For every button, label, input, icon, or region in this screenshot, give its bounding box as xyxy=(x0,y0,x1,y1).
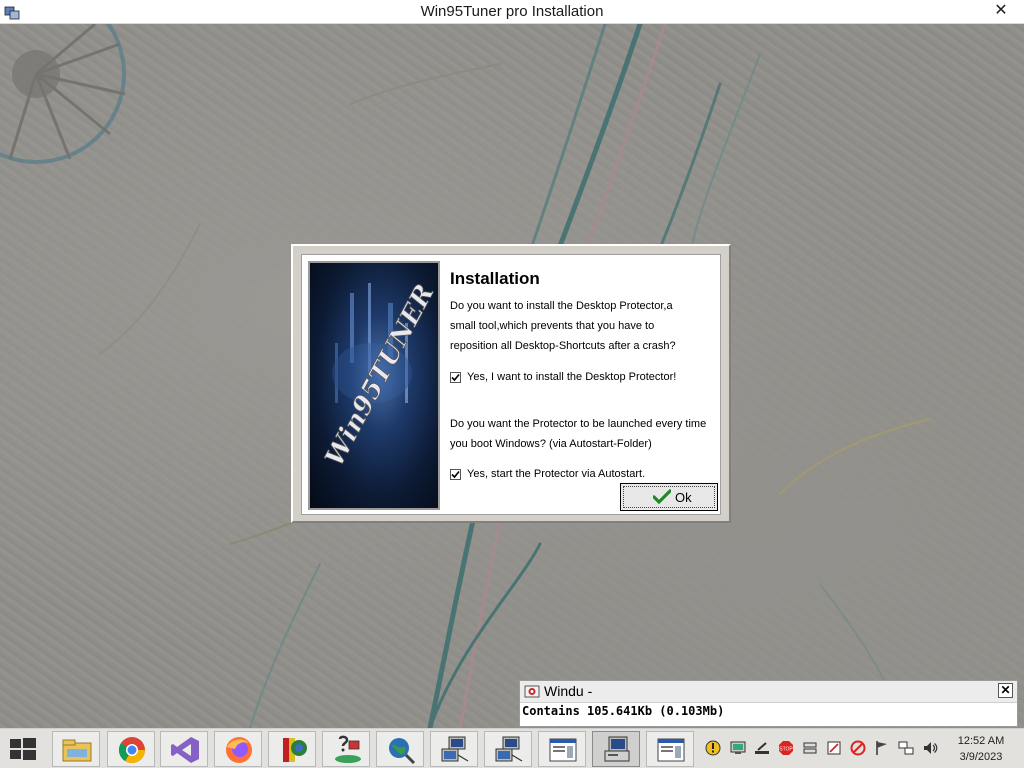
network-icon[interactable] xyxy=(898,740,914,756)
svg-text:STOP: STOP xyxy=(779,747,793,753)
info-icon[interactable] xyxy=(705,740,721,756)
windu-close-button[interactable]: ✕ xyxy=(998,683,1013,698)
install-protector-checkbox[interactable] xyxy=(450,372,461,383)
tool-icon[interactable] xyxy=(754,740,770,756)
checkmark-icon xyxy=(451,373,460,382)
taskbar-search-globe[interactable] xyxy=(376,731,424,767)
question-2-line: you boot Windows? (via Autostart-Folder) xyxy=(450,438,652,450)
dialog-title: Installation xyxy=(450,269,540,288)
taskbar-visual-studio[interactable] xyxy=(160,731,208,767)
drive-icon[interactable] xyxy=(802,740,818,756)
question-2-line: Do you want the Protector to be launched… xyxy=(450,418,707,430)
taskbar-window-app-2[interactable] xyxy=(646,731,694,767)
autostart-checkbox[interactable] xyxy=(450,469,461,480)
taskbar-network-computer[interactable] xyxy=(430,731,478,767)
visual-studio-icon xyxy=(171,737,199,763)
network-computer-icon-2 xyxy=(495,736,523,762)
taskbar-network-computer-2[interactable] xyxy=(484,731,532,767)
green-check-icon xyxy=(653,489,671,505)
taskbar-app[interactable] xyxy=(268,731,316,767)
install-protector-label: Yes, I want to install the Desktop Prote… xyxy=(467,371,677,383)
installation-dialog: Win95TUNER Installation Do you want to i… xyxy=(291,244,731,523)
taskbar: STOP 12:52 AM 3/9/2023 xyxy=(0,728,1024,768)
question-2-text: Do you want the Protector to be launched… xyxy=(450,414,706,454)
checkmark-icon xyxy=(451,470,460,479)
edit-icon[interactable] xyxy=(826,740,842,756)
clock-date: 3/9/2023 xyxy=(959,751,1003,763)
taskbar-chrome[interactable] xyxy=(107,731,155,767)
taskbar-setup[interactable] xyxy=(322,731,370,767)
monitor-icon[interactable] xyxy=(730,740,746,756)
question-1-text: Do you want to install the Desktop Prote… xyxy=(450,296,676,356)
windu-app-icon xyxy=(524,685,540,698)
firefox-icon xyxy=(226,737,252,763)
clock-time: 12:52 AM xyxy=(957,735,1005,747)
windu-title-bar: Windu - ✕ xyxy=(520,681,1017,703)
autostart-label: Yes, start the Protector via Autostart. xyxy=(467,468,646,480)
setup-icon xyxy=(335,735,361,763)
ok-button-label: Ok xyxy=(675,490,692,505)
volume-icon[interactable] xyxy=(922,740,938,756)
window-title: Win95Tuner pro Installation xyxy=(420,3,604,20)
windows-logo-icon xyxy=(10,738,36,760)
ok-button[interactable]: Ok xyxy=(620,483,718,511)
taskbar-firefox[interactable] xyxy=(214,731,262,767)
window-close-button[interactable]: ✕ xyxy=(978,0,1024,23)
system-clock[interactable]: 12:52 AM 3/9/2023 xyxy=(948,733,1014,765)
taskbar-window-app[interactable] xyxy=(538,731,586,767)
start-button[interactable] xyxy=(8,736,38,762)
windu-status-text: Contains 105.641Kb (0.103Mb) xyxy=(522,704,725,718)
file-explorer-icon xyxy=(62,739,92,762)
taskbar-installer-active[interactable] xyxy=(592,731,640,767)
search-globe-icon xyxy=(389,738,416,765)
window-title-bar: Win95Tuner pro Installation ✕ xyxy=(0,0,1024,24)
stop-icon[interactable]: STOP xyxy=(778,740,794,756)
chrome-icon xyxy=(118,737,146,764)
installer-icon xyxy=(604,736,630,762)
app-icon xyxy=(283,738,307,762)
window-app-icon xyxy=(549,738,577,762)
win95tuner-banner-image: Win95TUNER xyxy=(308,261,440,510)
no-entry-icon[interactable] xyxy=(850,740,866,756)
window-app-icon-2 xyxy=(657,738,685,762)
question-1-line: reposition all Desktop-Shortcuts after a… xyxy=(450,340,676,352)
flag-icon[interactable] xyxy=(874,740,890,756)
question-1-line: Do you want to install the Desktop Prote… xyxy=(450,300,673,312)
dialog-content-panel: Win95TUNER Installation Do you want to i… xyxy=(301,254,721,515)
windu-window: Windu - ✕ Contains 105.641Kb (0.103Mb) xyxy=(519,680,1018,727)
question-1-line: small tool,which prevents that you have … xyxy=(450,320,655,332)
windu-title: Windu - xyxy=(544,683,593,699)
network-computer-icon xyxy=(441,736,469,762)
taskbar-file-explorer[interactable] xyxy=(52,731,100,767)
